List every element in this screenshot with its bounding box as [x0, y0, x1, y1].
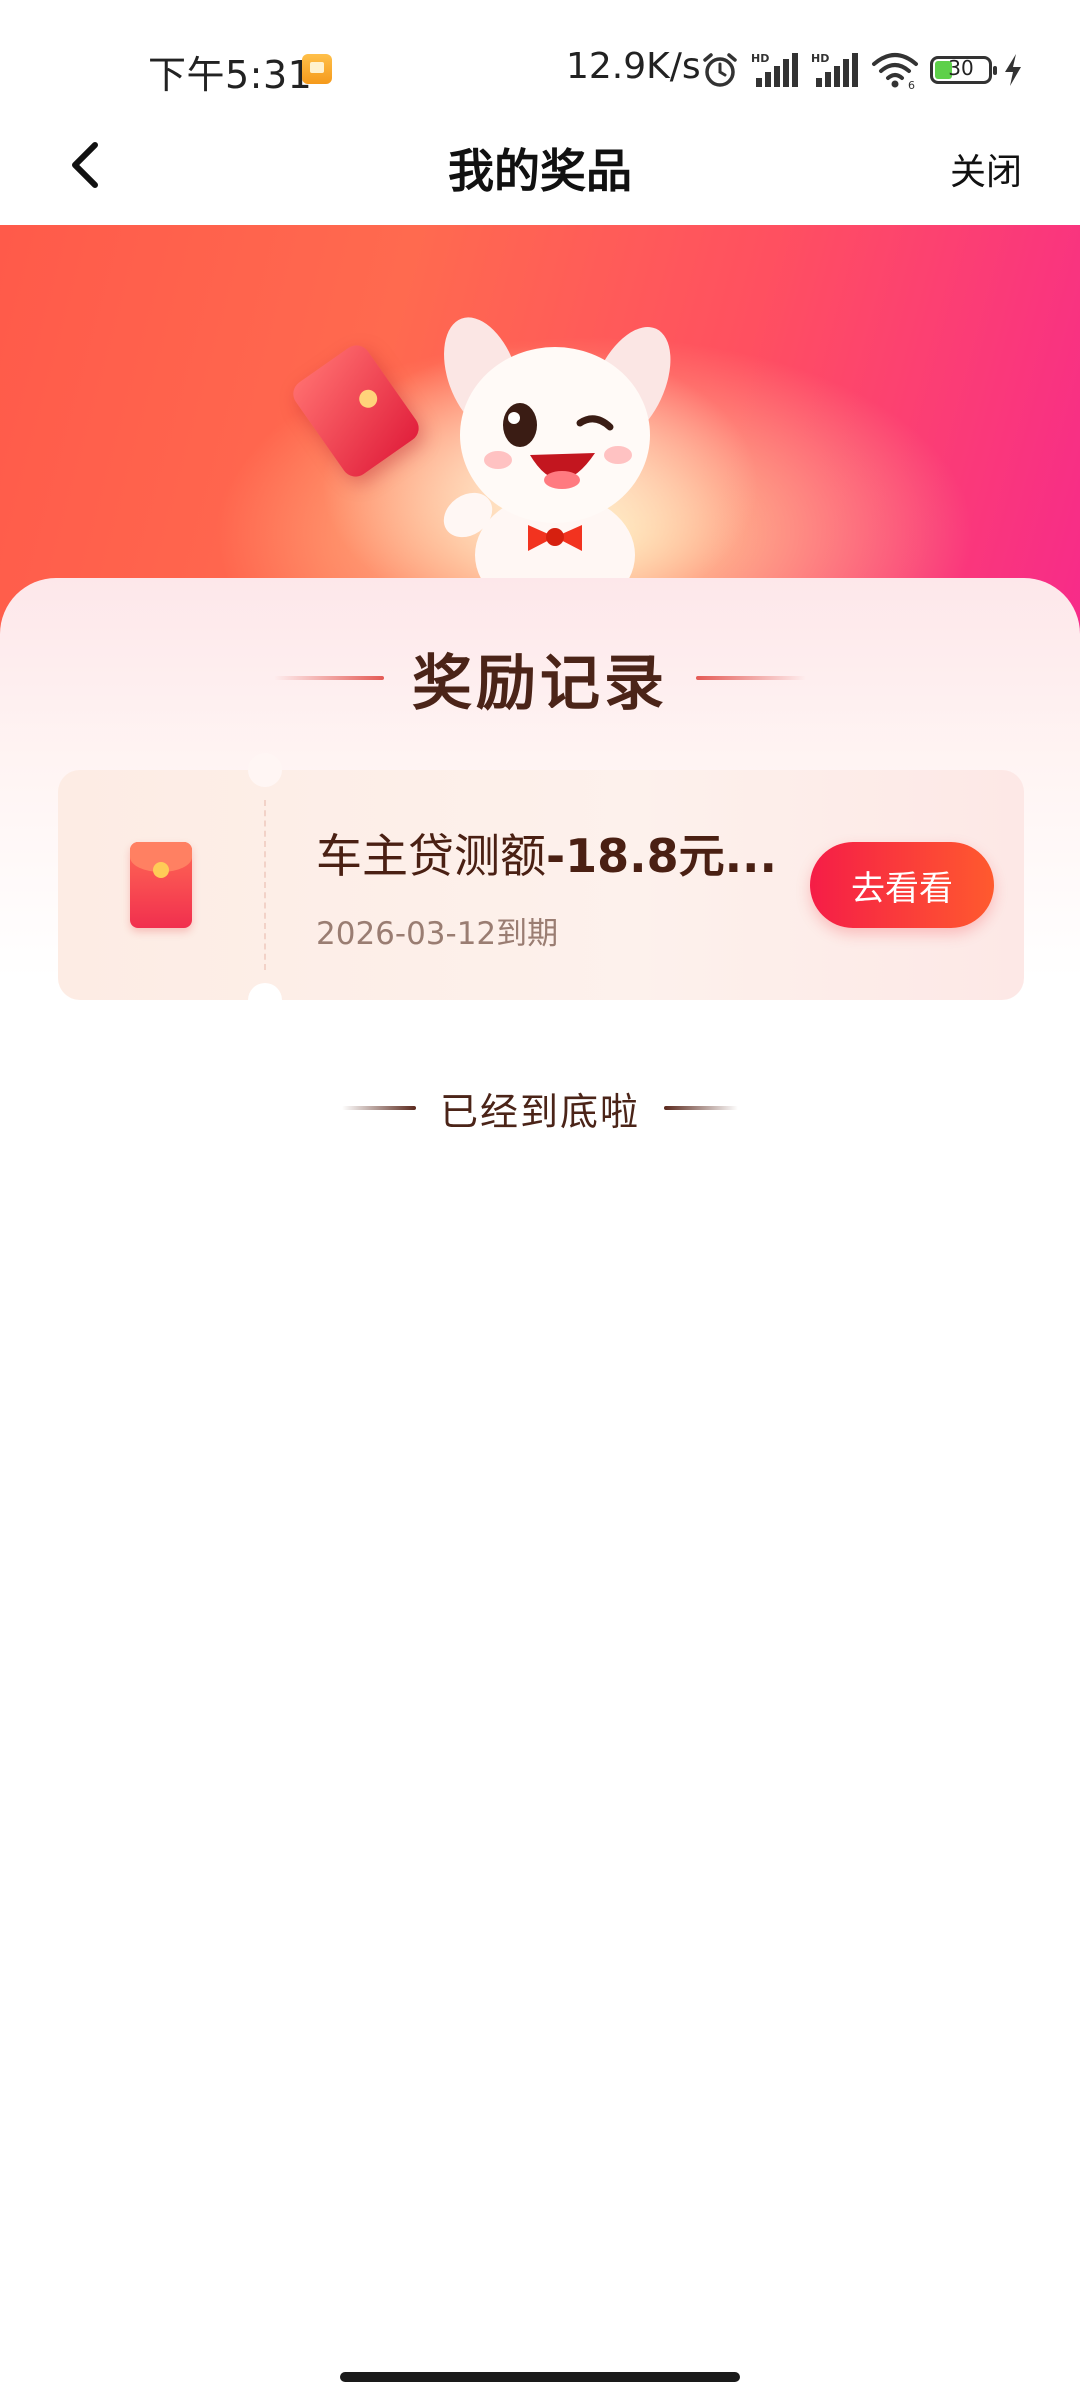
end-of-list-text: 已经到底啦	[439, 1089, 640, 1134]
reward-title: 车主贷测额-18.8元...	[316, 820, 836, 886]
signal-hd-icon: HD	[751, 52, 798, 87]
ticket-notch	[248, 983, 282, 1017]
ticket-notch	[248, 753, 282, 787]
battery-tip	[993, 66, 997, 75]
end-of-list-indicator: 已经到底啦	[0, 1078, 1080, 1138]
battery-level: 30	[948, 56, 974, 80]
end-decor-line	[341, 1106, 416, 1110]
page-title: 我的奖品	[448, 144, 632, 198]
network-speed: 12.9K/s	[566, 46, 701, 87]
reward-item: 车主贷测额-18.8元... 2026-03-12到期 去看看	[58, 753, 1024, 1017]
svg-text:6: 6	[908, 79, 915, 90]
section-heading: 奖励记录	[0, 638, 1080, 719]
nav-bar: 我的奖品 关闭	[0, 105, 1080, 225]
status-icons: HD HD 6 30	[700, 48, 1024, 92]
reward-title-amount: -18.8元...	[546, 829, 778, 883]
svg-text:HD: HD	[811, 52, 829, 65]
home-indicator-bar[interactable]	[340, 2372, 740, 2382]
wifi-icon: 6	[872, 53, 918, 90]
heading-decor-line	[274, 676, 384, 680]
battery-icon: 30	[930, 56, 997, 84]
section-title: 奖励记录	[412, 648, 668, 719]
close-button[interactable]: 关闭	[950, 143, 1022, 195]
charging-icon	[1005, 54, 1021, 86]
reward-title-name: 车主贷测额	[316, 829, 546, 883]
signal-hd-icon: HD	[811, 52, 858, 87]
ticket-divider	[264, 800, 266, 970]
end-decor-line	[664, 1106, 738, 1110]
reward-records-panel: 奖励记录 车主贷测额-18.8元... 2026-03-12到期 去看看 已经到…	[0, 578, 1080, 2400]
reward-expiry-date: 2026-03-12到期	[316, 916, 559, 952]
view-reward-button[interactable]: 去看看	[810, 842, 994, 928]
red-envelope-icon	[130, 842, 192, 928]
notification-icon	[302, 54, 332, 84]
heading-decor-line	[696, 676, 806, 680]
svg-text:HD: HD	[751, 52, 769, 65]
status-time: 下午5:31	[148, 53, 313, 97]
dog-mascot-illustration	[443, 317, 671, 615]
alarm-icon	[703, 53, 737, 87]
